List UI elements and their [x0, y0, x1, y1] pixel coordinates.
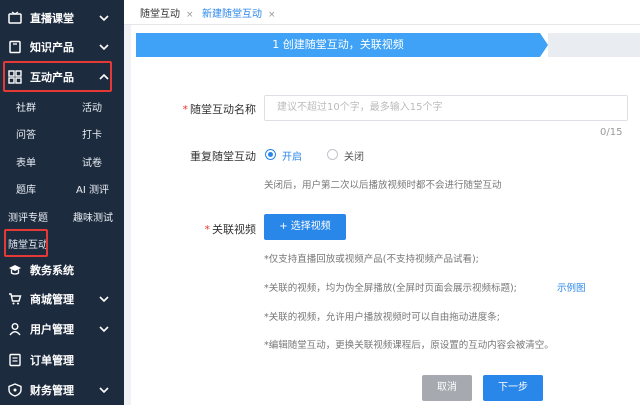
sidebar-sub-activity[interactable]: 活动 — [82, 99, 102, 114]
cancel-button[interactable]: 取消 — [422, 375, 472, 401]
mortarboard-icon — [8, 263, 22, 277]
sidebar-item-mall[interactable]: 商城管理 — [0, 285, 124, 313]
step-label: 1 创建随堂互动，关联视频 — [272, 38, 404, 51]
tab-bar: 随堂互动 × 新建随堂互动 × — [124, 0, 640, 25]
close-icon[interactable]: × — [186, 10, 194, 20]
highlight-box — [4, 229, 48, 257]
tab-new-classroom-interaction[interactable]: 新建随堂互动 × — [202, 5, 276, 20]
example-link[interactable]: 示例图 — [557, 280, 586, 294]
repeat-on-label[interactable]: 开启 — [282, 148, 302, 163]
sidebar-item-label: 财务管理 — [30, 384, 74, 397]
sidebar-item-finance[interactable]: 财务管理 — [0, 376, 124, 404]
name-input[interactable]: 建议不超过10个字，最多输入15个字 — [264, 95, 628, 121]
tv-icon — [8, 11, 22, 25]
sidebar-sub-community[interactable]: 社群 — [16, 99, 36, 114]
required-mark: * — [182, 103, 189, 116]
sidebar-item-label: 用户管理 — [30, 323, 74, 336]
user-icon — [8, 322, 22, 336]
book-icon — [8, 40, 22, 54]
video-label: * 关联视频 — [160, 221, 257, 237]
step-remaining — [548, 33, 640, 57]
sidebar-item-label: 教务系统 — [30, 264, 74, 277]
repeat-off-label[interactable]: 关闭 — [344, 148, 364, 163]
sidebar-item-label: 直播课堂 — [30, 12, 74, 25]
sidebar-sub-fun-test[interactable]: 趣味测试 — [73, 209, 113, 224]
name-label: * 随堂互动名称 — [160, 101, 257, 117]
video-label-text: 关联视频 — [212, 223, 256, 236]
sidebar: 直播课堂 知识产品 互动产品 社群 活动 问答 打卡 表单 试卷 题库 AI 测… — [0, 0, 124, 405]
chevron-down-icon — [99, 44, 109, 51]
required-mark: * — [204, 223, 211, 236]
sidebar-sub-ai-test[interactable]: AI 测评 — [76, 181, 109, 196]
repeat-on-radio[interactable] — [265, 149, 276, 160]
sidebar-sub-checkin[interactable]: 打卡 — [82, 126, 102, 141]
name-counter: 0/15 — [600, 127, 623, 138]
highlight-box — [3, 61, 112, 92]
order-icon — [8, 353, 22, 367]
sidebar-item-live[interactable]: 直播课堂 — [0, 4, 124, 32]
chevron-down-icon — [99, 326, 109, 333]
tab-classroom-interaction[interactable]: 随堂互动 × — [140, 5, 194, 20]
note-line: *仅支持直播回放或视频产品(不支持视频产品试看); — [264, 254, 479, 265]
tab-label: 随堂互动 — [140, 9, 180, 20]
sidebar-sub-qa[interactable]: 问答 — [16, 126, 36, 141]
sidebar-item-academic[interactable]: 教务系统 — [0, 256, 124, 284]
sidebar-item-label: 订单管理 — [30, 354, 74, 367]
sidebar-sub-exam[interactable]: 试卷 — [82, 154, 102, 169]
sidebar-item-knowledge[interactable]: 知识产品 — [0, 33, 124, 61]
name-label-text: 随堂互动名称 — [190, 103, 256, 116]
note-line: *关联的视频，允许用户播放视频时可以自由拖动进度条; — [264, 312, 500, 323]
chevron-down-icon — [99, 387, 109, 394]
close-icon[interactable]: × — [268, 10, 276, 20]
choose-video-button[interactable]: + 选择视频 — [264, 214, 346, 240]
note-line: *编辑随堂互动，更换关联视频课程后，原设置的互动内容会被清空。 — [264, 340, 554, 351]
chevron-down-icon — [99, 296, 109, 303]
sidebar-item-label: 知识产品 — [30, 41, 74, 54]
finance-icon — [8, 383, 22, 397]
sidebar-item-orders[interactable]: 订单管理 — [0, 346, 124, 374]
sidebar-sub-test-topic[interactable]: 测评专题 — [8, 209, 48, 224]
repeat-hint: 关闭后，用户第二次以后播放视频时都不会进行随堂互动 — [264, 180, 502, 191]
repeat-label: 重复随堂互动 — [190, 150, 256, 163]
sidebar-sub-question-bank[interactable]: 题库 — [16, 181, 36, 196]
sidebar-item-users[interactable]: 用户管理 — [0, 315, 124, 343]
note-line: *关联的视频，均为伪全屏播放(全屏时页面会展示视频标题); — [264, 283, 517, 294]
tab-label: 新建随堂互动 — [202, 9, 262, 20]
cart-icon — [8, 292, 22, 306]
next-button[interactable]: 下一步 — [483, 375, 543, 401]
repeat-off-radio[interactable] — [327, 149, 338, 160]
sidebar-sub-form[interactable]: 表单 — [16, 154, 36, 169]
step-arrow — [540, 33, 548, 57]
chevron-down-icon — [99, 15, 109, 22]
sidebar-item-label: 商城管理 — [30, 293, 74, 306]
